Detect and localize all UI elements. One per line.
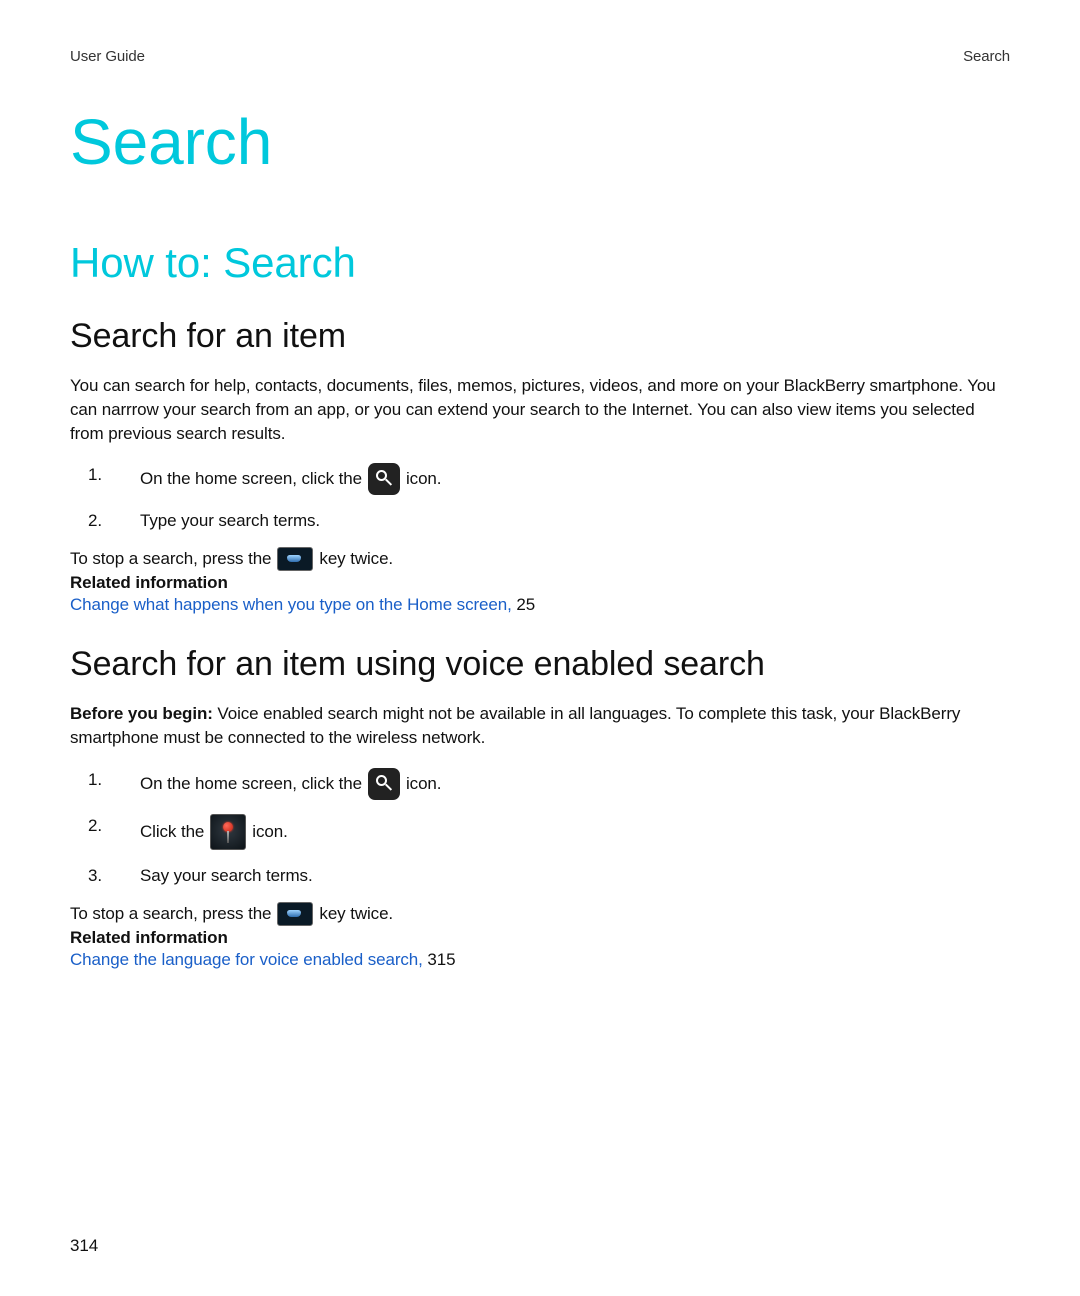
page-number: 314 [70,1236,98,1256]
stop-text-post: key twice. [319,549,393,569]
related-page-ref: 315 [427,950,455,969]
topic-intro: You can search for help, contacts, docum… [70,374,1010,445]
step-list: On the home screen, click the icon. Type… [70,463,1010,533]
related-info-heading: Related information [70,928,1010,948]
stop-instruction: To stop a search, press the key twice. [70,547,1010,571]
section-title: How to: Search [70,239,1010,287]
end-call-key-icon [277,902,313,926]
voice-search-icon [210,814,246,850]
end-call-key-icon [277,547,313,571]
step-item: Click the icon. [70,814,1010,850]
step-text-pre: Click the [140,820,204,844]
stop-text-pre: To stop a search, press the [70,549,271,569]
stop-instruction: To stop a search, press the key twice. [70,902,1010,926]
stop-text-pre: To stop a search, press the [70,904,271,924]
topic-heading: Search for an item [70,317,1010,356]
step-text-pre: Type your search terms. [140,509,320,533]
step-item: On the home screen, click the icon. [70,768,1010,800]
search-icon [368,768,400,800]
related-link[interactable]: Change what happens when you type on the… [70,595,512,614]
related-link[interactable]: Change the language for voice enabled se… [70,950,423,969]
step-text-pre: On the home screen, click the [140,467,362,491]
before-you-begin-label: Before you begin: [70,704,213,723]
header-right: Search [963,48,1010,65]
topic-intro: Before you begin: Voice enabled search m… [70,702,1010,750]
step-text-post: icon. [406,467,441,491]
topic-heading: Search for an item using voice enabled s… [70,645,1010,684]
step-text-post: icon. [406,772,441,796]
step-text-post: icon. [252,820,287,844]
step-list: On the home screen, click the icon. Clic… [70,768,1010,888]
search-icon [368,463,400,495]
step-item: Say your search terms. [70,864,1010,888]
related-info-heading: Related information [70,573,1010,593]
related-info-line: Change what happens when you type on the… [70,595,1010,615]
header-left: User Guide [70,48,145,65]
step-item: On the home screen, click the icon. [70,463,1010,495]
step-text-pre: Say your search terms. [140,864,313,888]
related-info-line: Change the language for voice enabled se… [70,950,1010,970]
chapter-title: Search [70,105,1010,179]
step-item: Type your search terms. [70,509,1010,533]
document-page: User Guide Search Search How to: Search … [0,0,1080,1296]
related-page-ref: 25 [516,595,535,614]
stop-text-post: key twice. [319,904,393,924]
running-header: User Guide Search [70,48,1010,65]
step-text-pre: On the home screen, click the [140,772,362,796]
